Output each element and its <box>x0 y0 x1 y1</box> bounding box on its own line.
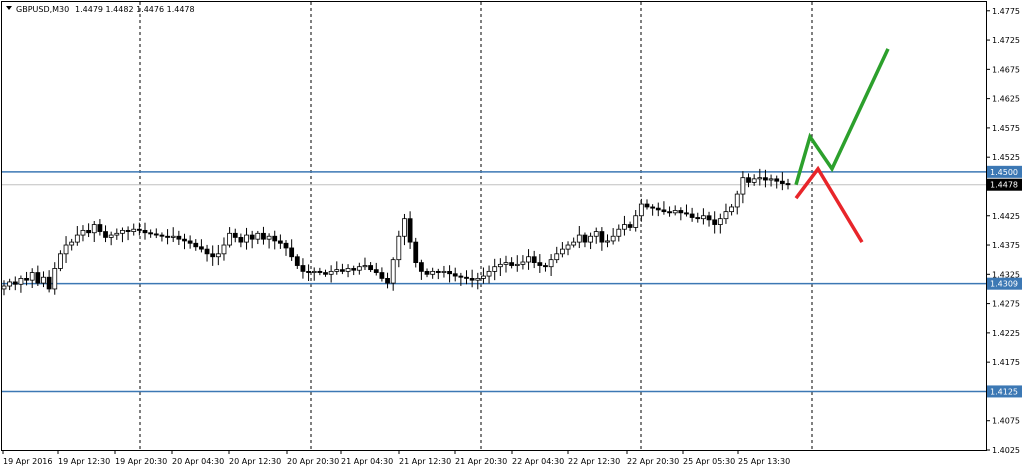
x-tick-label: 25 Apr 05:30 <box>683 457 735 466</box>
y-tick-label: 1.4025 <box>992 446 1020 455</box>
x-tick-label: 19 Apr 20:30 <box>115 457 167 466</box>
x-tick-label: 21 Apr 20:30 <box>455 457 507 466</box>
x-tick-label: 19 Apr 2016 <box>3 457 52 466</box>
x-tick-label: 20 Apr 04:30 <box>172 457 224 466</box>
y-tick-label: 1.4275 <box>992 300 1020 309</box>
y-tick-label: 1.4725 <box>992 36 1020 45</box>
x-tick-label: 20 Apr 12:30 <box>229 457 281 466</box>
x-tick-label: 21 Apr 04:30 <box>341 457 393 466</box>
y-tick-label: 1.4175 <box>992 358 1020 367</box>
level-label: 1.4125 <box>990 387 1018 396</box>
x-tick-label: 22 Apr 20:30 <box>627 457 679 466</box>
y-tick-label: 1.4575 <box>992 124 1020 133</box>
y-tick-label: 1.4375 <box>992 241 1020 250</box>
x-tick-label: 20 Apr 20:30 <box>287 457 339 466</box>
x-tick-label: 22 Apr 04:30 <box>512 457 564 466</box>
y-tick-label: 1.4225 <box>992 329 1020 338</box>
y-tick-label: 1.4525 <box>992 153 1020 162</box>
x-tick-label: 21 Apr 12:30 <box>399 457 451 466</box>
x-tick-label: 25 Apr 13:30 <box>738 457 790 466</box>
y-tick-label: 1.4775 <box>992 7 1020 16</box>
current-price-label: 1.4478 <box>990 181 1018 190</box>
y-tick-label: 1.4075 <box>992 417 1020 426</box>
chart-symbol-label: GBPUSD,M30 <box>16 5 69 14</box>
level-label: 1.4309 <box>990 280 1018 289</box>
chart-background <box>0 0 1024 471</box>
y-tick-label: 1.4625 <box>992 95 1020 104</box>
y-tick-label: 1.4425 <box>992 212 1020 221</box>
x-tick-label: 19 Apr 12:30 <box>58 457 110 466</box>
price-chart[interactable]: 1.4775 1.4725 1.4675 1.4625 1.4575 1.4525 1.44… <box>0 0 1024 471</box>
chart-ohlc-label: 1.4479 1.4482 1.4476 1.4478 <box>75 5 195 14</box>
y-tick-label: 1.4675 <box>992 65 1020 74</box>
level-label: 1.4500 <box>990 168 1018 177</box>
x-tick-label: 22 Apr 12:30 <box>568 457 620 466</box>
